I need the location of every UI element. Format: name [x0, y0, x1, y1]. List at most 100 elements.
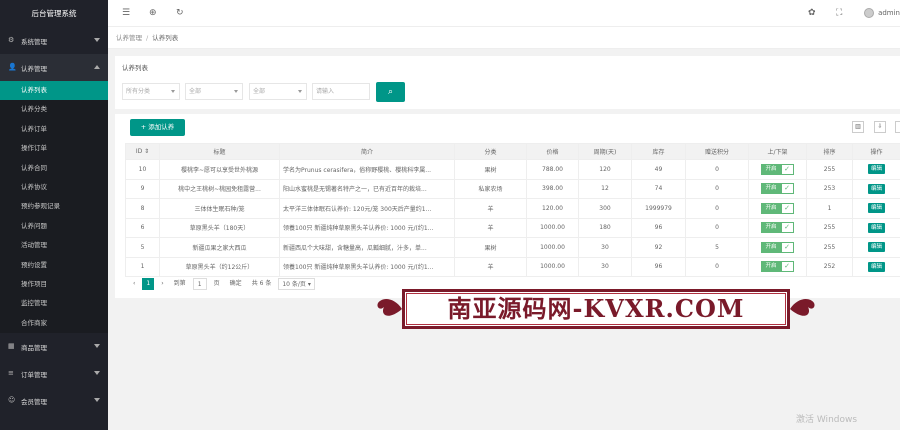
status-toggle-label: 开启 — [761, 202, 781, 214]
status-toggle-label: 开启 — [761, 261, 781, 273]
status-toggle[interactable]: 开启 ✓ — [761, 261, 794, 273]
sidebar: 后台管理系统 ⚙ 系统管理 👤 认养管理 认养列表 认养分类 认养订单 操作订单… — [0, 0, 108, 430]
category-select[interactable]: 所有分类 — [122, 83, 180, 100]
type-select-value: 全部 — [253, 88, 266, 95]
chevron-down-icon — [94, 371, 100, 376]
sidebar-item-booking-settings[interactable]: 预约设置 — [0, 256, 108, 275]
status-toggle[interactable]: 开启 ✓ — [761, 202, 794, 214]
top-header: ☰ ⊕ ↻ ✿ ⛶ admin — [108, 0, 900, 27]
cell-title: 三体体生眠石种/笼 — [159, 198, 280, 219]
sidebar-item-activities[interactable]: 活动管理 — [0, 236, 108, 255]
cell-points: 0 — [685, 256, 749, 277]
cell-points: 0 — [685, 198, 749, 219]
nav-group-members[interactable]: ☺ 会员管理 — [0, 387, 108, 414]
edit-button[interactable]: 编辑 — [867, 222, 885, 233]
cell-actions: 编辑 — [852, 159, 900, 180]
menu-toggle-icon[interactable]: ☰ — [122, 8, 130, 18]
cell-status: 开启 ✓ — [748, 237, 807, 258]
status-toggle[interactable]: 开启 ✓ — [761, 183, 794, 195]
col-stock: 库存 — [631, 143, 686, 160]
col-cycle: 周期(天) — [578, 143, 632, 160]
check-icon: ✓ — [780, 163, 794, 175]
col-id[interactable]: ID ⇕ — [125, 143, 160, 160]
sidebar-item-monitoring[interactable]: 监控管理 — [0, 294, 108, 313]
prev-page-icon[interactable]: ‹ — [130, 278, 138, 290]
sidebar-item-agreement[interactable]: 认养协议 — [0, 178, 108, 197]
next-page-icon[interactable]: › — [158, 278, 166, 290]
banner-text: 南亚源码网-KVXR.COM — [447, 294, 745, 323]
page-current[interactable]: 1 — [142, 278, 155, 290]
sidebar-item-visit-records[interactable]: 预约参观记录 — [0, 197, 108, 216]
col-category: 分类 — [454, 143, 527, 160]
cell-title: 桃中之王桃树~桃园免租露营... — [159, 178, 280, 199]
cell-price: 398.00 — [526, 178, 579, 199]
nav-group-goods[interactable]: ▦ 商品管理 — [0, 333, 108, 360]
cell-sort: 252 — [806, 256, 853, 277]
sidebar-item-adoption-category[interactable]: 认养分类 — [0, 100, 108, 119]
cell-actions: 编辑 — [852, 217, 900, 238]
sidebar-item-partners[interactable]: 合作商家 — [0, 314, 108, 333]
keyword-input[interactable]: 请输入 — [312, 83, 370, 100]
cell-category: 果树 — [454, 159, 527, 180]
table-row: 1 草原黑头羊（约12公斤） 领養100只 新疆纯种草原黑头羊认养价: 1000 元… — [125, 256, 900, 277]
pagination: ‹ 1 › 到第 1 页 确定 共 6 条 10 条/页 ▾ — [130, 278, 319, 290]
search-button[interactable]: ⌕ — [376, 82, 405, 102]
user-icon: 👤 — [8, 63, 17, 71]
edit-button[interactable]: 编辑 — [867, 164, 885, 175]
cell-category: 羊 — [454, 217, 527, 238]
gear-icon: ⚙ — [8, 36, 15, 44]
cell-actions: 编辑 — [852, 256, 900, 277]
edit-button[interactable]: 编辑 — [867, 242, 885, 253]
nav-group-orders[interactable]: ≡ 订单管理 — [0, 360, 108, 387]
cell-id: 6 — [125, 217, 160, 238]
theme-icon[interactable]: ✿ — [808, 8, 816, 18]
breadcrumb-parent[interactable]: 认养管理 — [116, 34, 142, 42]
cell-status: 开启 ✓ — [748, 159, 807, 180]
columns-icon[interactable]: ▥ — [852, 121, 864, 133]
refresh-icon[interactable]: ↻ — [176, 8, 184, 18]
cell-points: 0 — [685, 217, 749, 238]
sidebar-item-questions[interactable]: 认养问题 — [0, 217, 108, 236]
status-toggle[interactable]: 开启 ✓ — [761, 241, 794, 253]
table-row: 6 草原黑头羊（180天） 领養100只 新疆纯种草原黑头羊认养价: 1000 元/… — [125, 217, 900, 238]
sidebar-item-operation-orders[interactable]: 操作订单 — [0, 139, 108, 158]
cell-cycle: 12 — [578, 178, 632, 199]
cell-actions: 编辑 — [852, 237, 900, 258]
edit-button[interactable]: 编辑 — [867, 183, 885, 194]
confirm-button[interactable]: 确定 — [227, 278, 245, 290]
edit-button[interactable]: 编辑 — [867, 261, 885, 272]
nav-group-system[interactable]: ⚙ 系统管理 — [0, 27, 108, 54]
cell-cycle: 30 — [578, 256, 632, 277]
users-icon: ☺ — [8, 396, 16, 405]
export-icon[interactable]: ⇩ — [874, 121, 886, 133]
edit-button[interactable]: 编辑 — [867, 203, 885, 214]
status-toggle[interactable]: 开启 ✓ — [761, 222, 794, 234]
sidebar-item-operation-items[interactable]: 操作项目 — [0, 275, 108, 294]
username: admin — [878, 9, 900, 17]
col-intro: 简介 — [279, 143, 455, 160]
page-unit: 页 — [213, 280, 220, 287]
sidebar-item-contract[interactable]: 认养合同 — [0, 159, 108, 178]
status-toggle[interactable]: 开启 ✓ — [761, 163, 794, 175]
user-menu[interactable]: admin — [864, 8, 900, 18]
cell-id: 5 — [125, 237, 160, 258]
type-select[interactable]: 全部 — [249, 83, 307, 100]
globe-icon[interactable]: ⊕ — [149, 8, 157, 18]
nav-group-label: 商品管理 — [21, 343, 47, 352]
fullscreen-icon[interactable]: ⛶ — [836, 8, 842, 18]
add-adoption-button[interactable]: + 添加认养 — [130, 119, 185, 136]
sidebar-item-adoption-list[interactable]: 认养列表 — [0, 81, 108, 101]
cell-category: 果树 — [454, 237, 527, 258]
status-select[interactable]: 全部 — [185, 83, 243, 100]
cell-status: 开启 ✓ — [748, 256, 807, 277]
sidebar-item-adoption-orders[interactable]: 认养订单 — [0, 120, 108, 139]
print-icon[interactable] — [895, 121, 900, 133]
keyword-placeholder: 请输入 — [316, 88, 335, 95]
goto-input[interactable]: 1 — [192, 278, 207, 290]
nav-group-adoption[interactable]: 👤 认养管理 — [0, 54, 108, 81]
chevron-up-icon — [94, 65, 100, 69]
check-icon: ✓ — [780, 222, 794, 234]
per-page-select[interactable]: 10 条/页 ▾ — [278, 278, 315, 290]
chevron-down-icon — [94, 398, 100, 403]
breadcrumb-current: 认养列表 — [152, 34, 179, 42]
